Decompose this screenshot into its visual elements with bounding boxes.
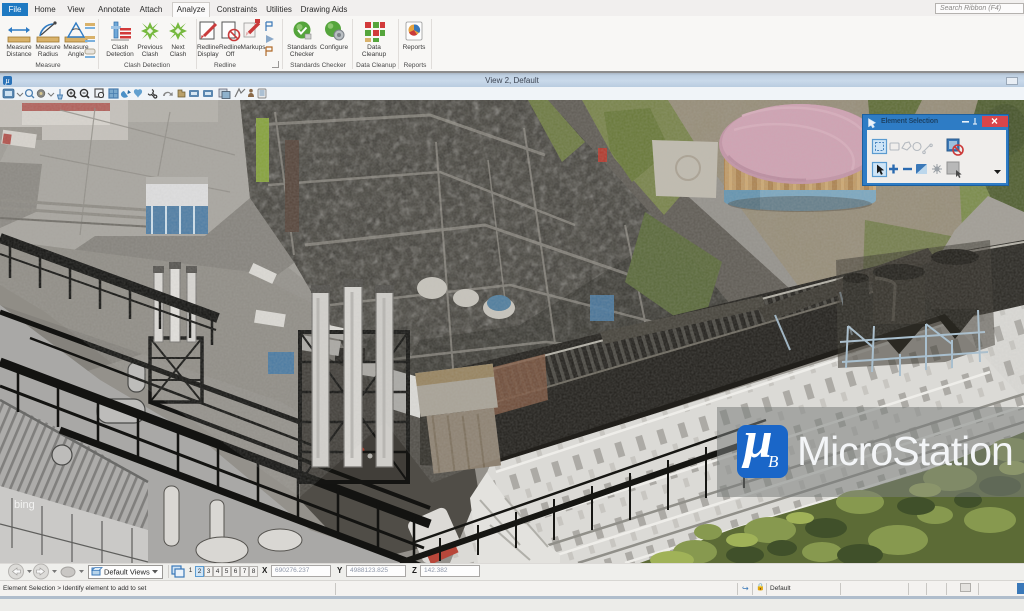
svg-text:bing: bing	[14, 499, 35, 511]
svg-text:Default Views: Default Views	[104, 568, 150, 577]
